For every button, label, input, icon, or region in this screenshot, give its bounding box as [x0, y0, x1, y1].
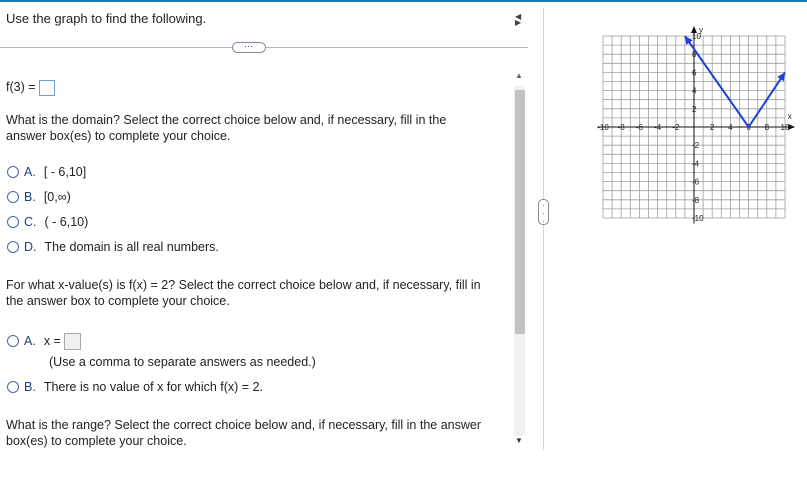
x-value-answer-box[interactable]	[64, 333, 82, 351]
y-tick-label: 4	[692, 87, 697, 96]
y-tick-label: -4	[692, 159, 700, 168]
scroll-up-arrow-icon[interactable]: ▲	[515, 71, 523, 80]
x-tick-label: 4	[728, 123, 733, 132]
radio-button[interactable]	[7, 241, 19, 253]
domain-choice-c[interactable]: C.( - 6,10)	[7, 214, 88, 230]
x-tick-label: -6	[636, 123, 644, 132]
radio-button[interactable]	[7, 191, 19, 203]
q1-row: f(3) =	[6, 79, 56, 96]
resize-arrows-icon[interactable]: ◀ ▶	[515, 13, 521, 27]
q4-prompt-line1: What is the range? Select the correct ch…	[6, 418, 482, 432]
x-tick-label: -8	[618, 123, 626, 132]
y-tick-label: -2	[692, 141, 700, 150]
q2-prompt-line2: answer box(es) to complete your choice.	[6, 129, 231, 143]
q3-prompt-line2: the answer box to complete your choice.	[6, 294, 230, 308]
x-tick-label: -2	[672, 123, 680, 132]
domain-choice-b[interactable]: B. [0,∞)	[7, 189, 71, 205]
y-tick-label: 6	[692, 68, 697, 77]
q4-prompt-line2: box(es) to complete your choice.	[6, 434, 187, 448]
y-tick-label: -8	[692, 196, 700, 205]
x-value-choice-b[interactable]: B. There is no value of x for which f(x) …	[7, 379, 263, 395]
radio-button[interactable]	[7, 381, 19, 393]
y-tick-label: 10	[692, 32, 701, 41]
top-accent-bar	[0, 0, 807, 2]
domain-choice-a[interactable]: A.[ - 6,10]	[7, 164, 86, 180]
scroll-down-arrow-icon[interactable]: ▼	[515, 436, 523, 445]
pane-divider[interactable]	[543, 8, 544, 450]
radio-button[interactable]	[7, 216, 19, 228]
q2-prompt-line1: What is the domain? Select the correct c…	[6, 113, 447, 127]
y-tick-label: -10	[692, 214, 704, 223]
x-value-choice-a[interactable]: A. x =	[7, 333, 82, 351]
radio-button[interactable]	[7, 335, 19, 347]
x-tick-label: 2	[710, 123, 715, 132]
q1-answer-box[interactable]	[39, 79, 56, 96]
radio-button[interactable]	[7, 166, 19, 178]
pane-divider-handle[interactable]: · · ·	[538, 199, 549, 226]
question-title: Use the graph to find the following.	[6, 11, 207, 26]
q3-hint: (Use a comma to separate answers as need…	[49, 355, 316, 369]
x-tick-label: 8	[765, 123, 770, 132]
q3-prompt-line1: For what x-value(s) is f(x) = 2? Select …	[6, 278, 481, 292]
domain-choice-d[interactable]: D. The domain is all real numbers.	[7, 239, 219, 255]
function-graph: xy -10 -8 -6 -4 -2 2 4 6 8 10108642-2-4-6-8-10	[597, 25, 796, 224]
q1-label: f(3) =	[6, 80, 36, 94]
x-tick-label: -10	[597, 123, 609, 132]
x-tick-label: -4	[654, 123, 662, 132]
y-tick-label: -6	[692, 178, 700, 187]
scrollbar-thumb[interactable]	[515, 90, 525, 334]
x-tick-label: 10	[781, 123, 790, 132]
x-axis-label: x	[788, 112, 792, 121]
y-tick-label: 2	[692, 105, 697, 114]
expand-ellipsis-button[interactable]: ⋯	[232, 42, 266, 53]
